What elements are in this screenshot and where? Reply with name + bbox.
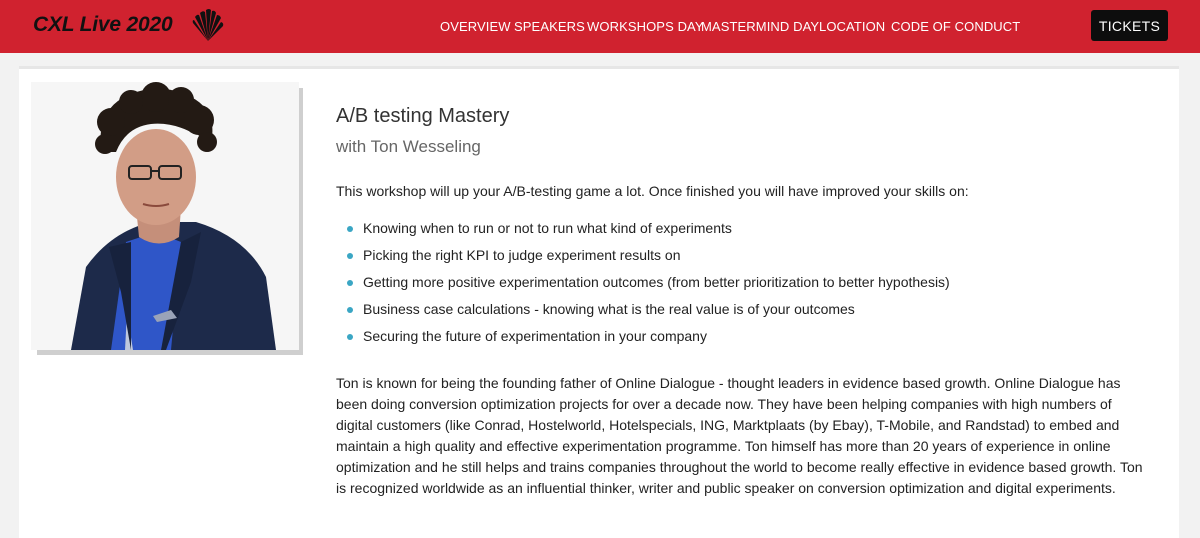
speaker-bio: Ton is known for being the founding fath… [336,375,1143,496]
card-divider [19,66,1179,69]
speaker-portrait-image [31,82,299,350]
list-item: Business case calculations - knowing wha… [347,301,950,328]
nav-mastermind-day[interactable]: MASTERMIND DAY [701,19,819,34]
nav-workshops-day[interactable]: WORKSHOPS DAY [587,19,704,34]
nav-location[interactable]: LOCATION [819,19,885,34]
top-navigation-bar: CXL Live 2020 OVERVIEW SPEAKERS WORKSHOP… [0,0,1200,53]
workshop-speaker: with Ton Wesseling [336,137,481,156]
nav-overview[interactable]: OVERVIEW [440,19,511,34]
site-logo-text[interactable]: CXL Live 2020 [33,13,173,37]
nav-code-of-conduct[interactable]: CODE OF CONDUCT [891,19,1020,34]
nav-speakers[interactable]: SPEAKERS [514,19,585,34]
list-item: Picking the right KPI to judge experimen… [347,247,950,274]
workshop-intro: This workshop will up your A/B-testing g… [336,183,969,199]
list-item: Securing the future of experimentation i… [347,328,950,355]
list-item: Knowing when to run or not to run what k… [347,220,950,247]
speaker-photo [31,82,299,350]
list-item: Getting more positive experimentation ou… [347,274,950,301]
bullet-icon [347,280,353,286]
skills-list: Knowing when to run or not to run what k… [347,220,950,355]
bullet-icon [347,307,353,313]
bullet-icon [347,226,353,232]
bullet-icon [347,253,353,259]
tickets-button[interactable]: TICKETS [1091,10,1168,41]
workshop-title: A/B testing Mastery [336,105,510,127]
bullet-icon [347,334,353,340]
fan-logo-icon[interactable] [189,7,227,45]
